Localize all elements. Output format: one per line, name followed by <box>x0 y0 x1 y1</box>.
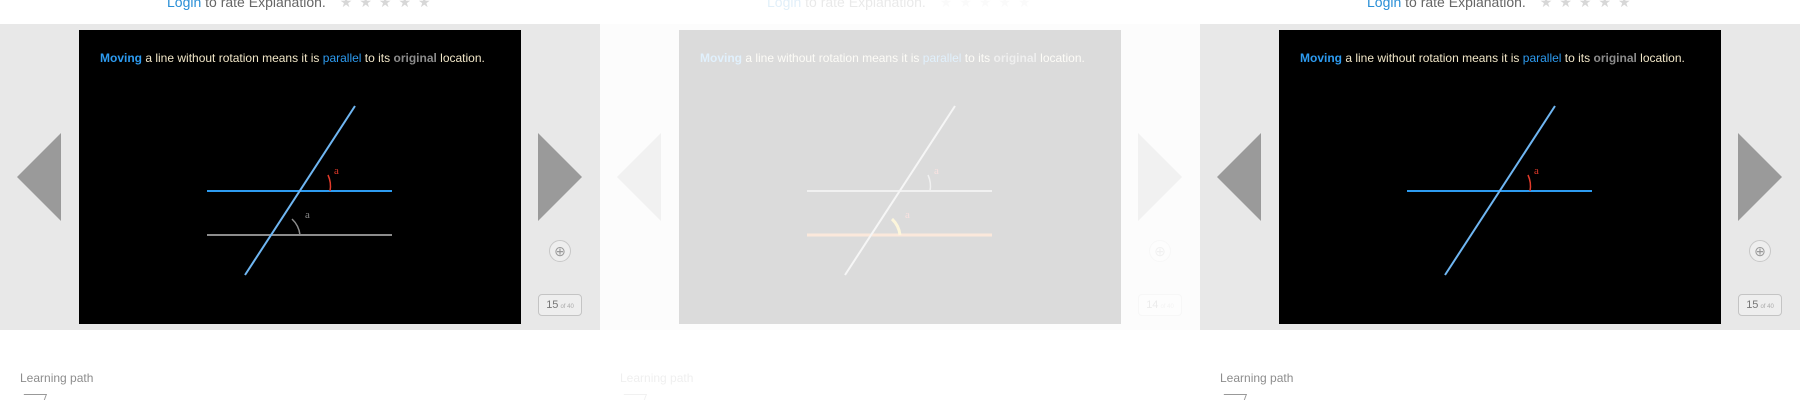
slide-image: Moving a line without rotation means it … <box>1279 30 1721 324</box>
explanation-panel-3: Login to rate Explanation. ★★★★★ Moving a… <box>1200 0 1800 400</box>
angle-arc-top <box>1527 174 1532 192</box>
slide-image: Moving a line without rotation means it … <box>679 30 1121 324</box>
learning-path-icon <box>1219 394 1248 400</box>
prev-arrow-icon[interactable] <box>1217 133 1261 221</box>
angle-arc-bottom <box>890 217 902 236</box>
angle-label-top: a <box>334 165 339 177</box>
rating-suffix: to rate Explanation. <box>1401 0 1526 10</box>
explanation-panel-1: Login to rate Explanation. ★★★★★ Moving a… <box>0 0 600 400</box>
zoom-icon[interactable]: ⊕ <box>1149 240 1171 262</box>
angle-arc-top <box>927 174 932 192</box>
zoom-icon[interactable]: ⊕ <box>1749 240 1771 262</box>
rating-stars[interactable]: ★★★★★ <box>1540 0 1638 10</box>
rating-stars[interactable]: ★★★★★ <box>940 0 1038 10</box>
learning-path-label: Learning path <box>20 371 94 385</box>
login-link[interactable]: Login <box>167 0 201 10</box>
rating-stars[interactable]: ★★★★★ <box>340 0 438 10</box>
login-link[interactable]: Login <box>1367 0 1401 10</box>
parallel-lines-diagram: a <box>1407 105 1592 276</box>
slide-counter[interactable]: 15 of 40 <box>1738 294 1782 316</box>
slide-counter[interactable]: 15 of 40 <box>538 294 582 316</box>
rating-suffix: to rate Explanation. <box>801 0 926 10</box>
parallel-lines-diagram: a a <box>807 105 992 276</box>
explanation-panel-2: Login to rate Explanation. ★★★★★ Moving a… <box>600 0 1200 400</box>
prev-arrow-icon[interactable] <box>617 133 661 221</box>
learning-path-icon <box>619 394 648 400</box>
next-arrow-icon[interactable] <box>1138 133 1182 221</box>
learning-path-label: Learning path <box>620 371 694 385</box>
prev-arrow-icon[interactable] <box>17 133 61 221</box>
rating-row: Login to rate Explanation. ★★★★★ <box>167 0 438 11</box>
angle-label-top: a <box>934 165 939 177</box>
angle-label-bottom: a <box>905 209 910 221</box>
learning-path-label: Learning path <box>1220 371 1294 385</box>
slide-counter[interactable]: 14 of 40 <box>1138 294 1182 316</box>
angle-label-top: a <box>1534 165 1539 177</box>
angle-arc-bottom <box>291 218 301 236</box>
angle-label-bottom: a <box>305 209 310 221</box>
next-arrow-icon[interactable] <box>1738 133 1782 221</box>
rating-row: Login to rate Explanation. ★★★★★ <box>767 0 1038 11</box>
zoom-icon[interactable]: ⊕ <box>549 240 571 262</box>
parallel-lines-diagram: a a <box>207 105 392 276</box>
rating-suffix: to rate Explanation. <box>201 0 326 10</box>
slide-image: Moving a line without rotation means it … <box>79 30 521 324</box>
next-arrow-icon[interactable] <box>538 133 582 221</box>
login-link[interactable]: Login <box>767 0 801 10</box>
learning-path-icon <box>19 394 48 400</box>
rating-row: Login to rate Explanation. ★★★★★ <box>1367 0 1638 11</box>
angle-arc-top <box>327 174 332 192</box>
